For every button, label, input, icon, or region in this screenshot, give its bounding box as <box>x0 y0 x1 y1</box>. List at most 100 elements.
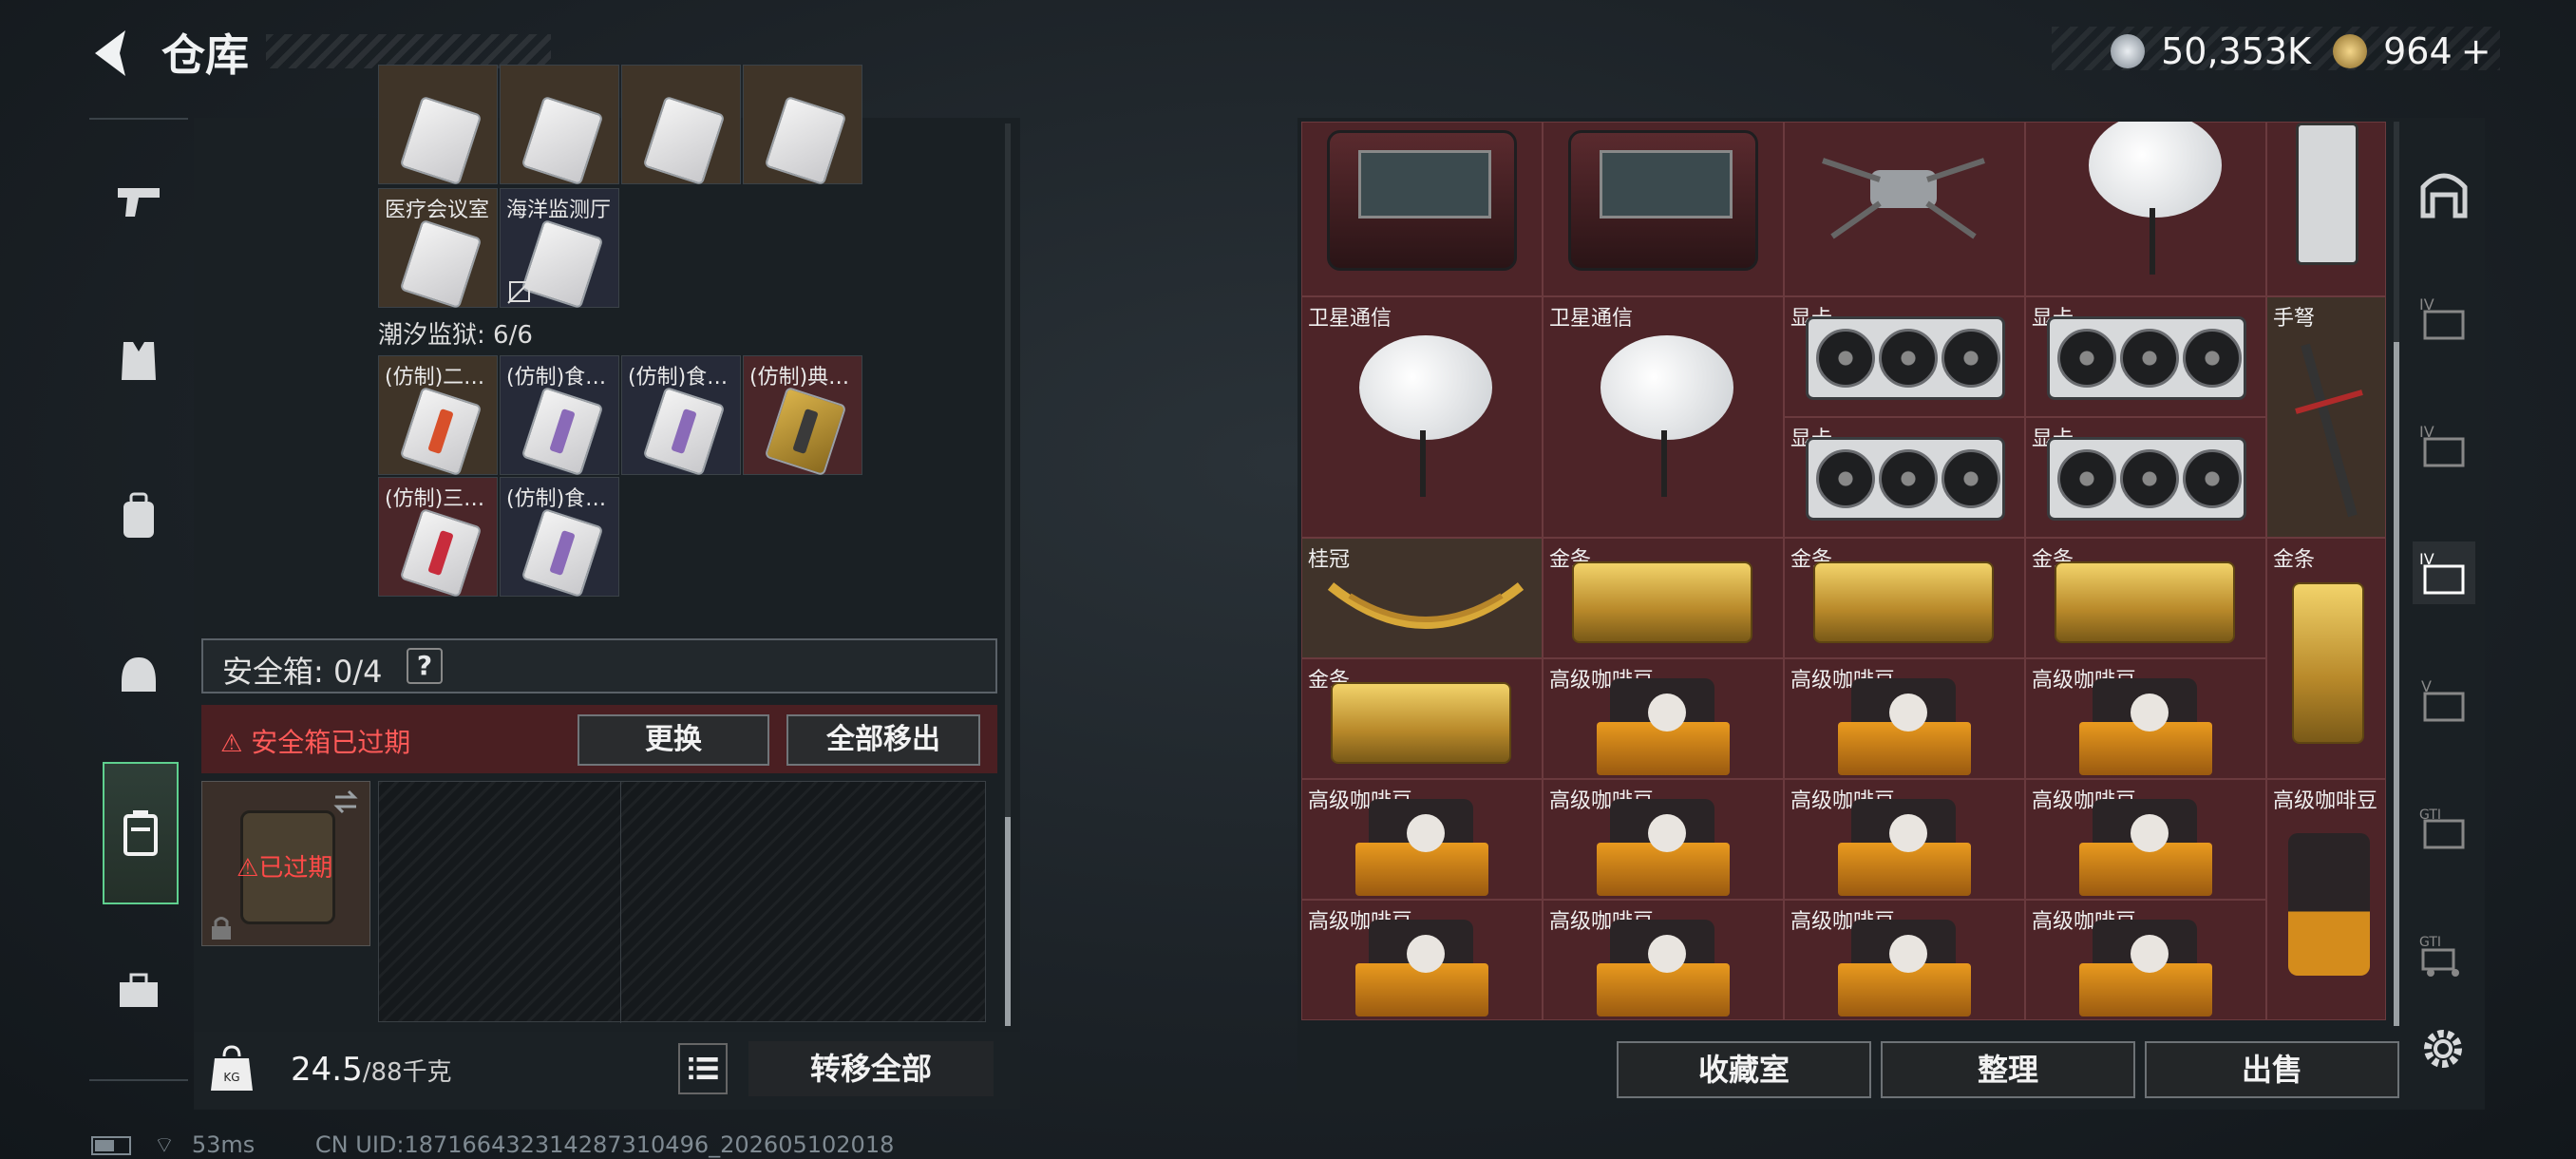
item-drone[interactable] <box>1784 122 2025 296</box>
keycard-icon <box>764 386 847 477</box>
nav-weapon[interactable] <box>99 162 179 241</box>
keycard-label: (仿制)典… <box>749 366 850 390</box>
item-coffee-beans[interactable]: 高级咖啡豆 <box>2266 779 2386 1020</box>
item-coffee-beans[interactable]: 高级咖啡豆 <box>1784 658 2025 779</box>
coffee-bag-image <box>1591 678 1733 777</box>
uid-text: CN UID:18716643231428731049​6_2026051020… <box>314 1131 895 1158</box>
nav-gti-truck[interactable]: GTI <box>2413 923 2475 986</box>
nav-toolbox[interactable] <box>99 952 179 1032</box>
gpu-image <box>2047 437 2246 521</box>
safe-box-grid[interactable] <box>378 781 986 1023</box>
item-satellite-dish[interactable] <box>2025 122 2266 296</box>
add-currency-button[interactable]: + <box>2461 30 2491 72</box>
lock-icon <box>212 917 231 940</box>
nav-tier5[interactable]: V <box>2413 669 2475 732</box>
item-gpu[interactable]: 显卡 <box>2025 417 2266 538</box>
item-coffee-beans[interactable]: 高级咖啡豆 <box>2025 900 2266 1020</box>
back-button[interactable] <box>87 27 137 80</box>
item-coffee-beans[interactable]: 高级咖啡豆 <box>1784 900 2025 1020</box>
item-label: 卫星通信 <box>1549 307 1634 331</box>
keycard-slot[interactable]: (仿制)二… <box>378 355 498 477</box>
coffee-bag-image <box>2288 833 2370 976</box>
keycard-label: (仿制)食… <box>628 366 729 390</box>
keycard-slot[interactable]: (仿制)食… <box>500 477 619 598</box>
item-coffee-beans[interactable]: 高级咖啡豆 <box>1543 779 1784 900</box>
coffee-bag-image <box>2074 678 2216 777</box>
sort-button[interactable]: 整理 <box>1881 1041 2135 1098</box>
keycard-icon <box>399 507 483 598</box>
item-gpu[interactable]: 显卡 <box>1784 417 2025 538</box>
right-scrollbar-thumb[interactable] <box>2394 342 2399 1026</box>
dish-image <box>1591 335 1733 497</box>
item-gpu[interactable]: 显卡 <box>2025 296 2266 417</box>
item-coffee-beans[interactable]: 高级咖啡豆 <box>1301 900 1543 1020</box>
item-coffee-beans[interactable]: 高级咖啡豆 <box>2025 658 2266 779</box>
keycard-slot[interactable]: (仿制)典… <box>743 355 862 477</box>
keycard-slot[interactable]: (仿制)食… <box>500 355 619 477</box>
gpu-image <box>2296 123 2358 265</box>
keycard-slot[interactable]: (仿制)三… <box>378 477 498 598</box>
item-radio-station[interactable] <box>1301 122 1543 296</box>
gti-truck-icon: GTI <box>2419 935 2459 977</box>
item-coffee-beans[interactable]: 高级咖啡豆 <box>1543 900 1784 1020</box>
page-title: 仓库 <box>161 29 249 81</box>
keycard-label: (仿制)食… <box>506 366 607 390</box>
nav-helmet[interactable] <box>99 635 179 714</box>
gold-bar-image <box>1572 561 1752 643</box>
currency-b[interactable]: 964 + <box>2333 30 2491 72</box>
item-crossbow[interactable]: 手弩 <box>2266 296 2386 538</box>
move-all-out-button[interactable]: 全部移出 <box>786 714 980 766</box>
sell-button[interactable]: 出售 <box>2145 1041 2399 1098</box>
item-gold-bar[interactable]: 金条 <box>1301 658 1543 779</box>
back-arrow-icon <box>95 30 125 76</box>
settings-gear-icon[interactable] <box>2418 1024 2468 1074</box>
keycard-medical-meeting[interactable]: 医疗会议室 <box>378 188 498 310</box>
item-gpu[interactable]: 显卡 <box>1784 296 2025 417</box>
left-scrollbar-thumb[interactable] <box>1005 817 1011 1026</box>
collection-room-button[interactable]: 收藏室 <box>1617 1041 1871 1098</box>
keycard-icon <box>521 386 604 477</box>
replace-button[interactable]: 更换 <box>578 714 769 766</box>
nav-backpack[interactable] <box>99 477 179 557</box>
nav-armor[interactable] <box>99 321 179 401</box>
item-gold-bar[interactable]: 金条 <box>1784 538 2025 658</box>
item-coffee-beans[interactable]: 高级咖啡豆 <box>1301 779 1543 900</box>
safe-box-label: 安全箱: 0/4 <box>222 654 383 690</box>
keycard-label: 海洋监测厅 <box>506 199 612 222</box>
safe-box-slot[interactable]: ⚠已过期 <box>201 781 370 946</box>
item-radio-station[interactable] <box>1543 122 1784 296</box>
help-button[interactable]: ? <box>407 648 443 684</box>
left-nav <box>89 118 188 1081</box>
transfer-all-button[interactable]: 转移全部 <box>748 1041 994 1096</box>
item-satellite-comm[interactable]: 卫星通信 <box>1543 296 1784 538</box>
item-coffee-beans[interactable]: 高级咖啡豆 <box>1784 779 2025 900</box>
nav-gti[interactable]: GTI <box>2413 796 2475 859</box>
nav-home[interactable] <box>2413 163 2475 226</box>
item-coffee-beans[interactable]: 高级咖啡豆 <box>2025 779 2266 900</box>
item-coffee-beans[interactable]: 高级咖啡豆 <box>1543 658 1784 779</box>
weight-capacity: /88千克 <box>362 1058 452 1087</box>
keycard-slot[interactable] <box>743 65 862 186</box>
nav-tier4-b[interactable]: IV <box>2413 414 2475 477</box>
drone-image <box>1822 158 1985 239</box>
item-laurel[interactable]: 桂冠 <box>1301 538 1543 658</box>
keycard-ocean-monitor[interactable]: 海洋监测厅 <box>500 188 619 310</box>
keycard-icon <box>764 95 847 186</box>
list-view-button[interactable] <box>678 1043 728 1094</box>
item-gold-bar[interactable]: 金条 <box>2266 538 2386 779</box>
keycard-slot[interactable] <box>621 65 741 186</box>
keycard-slot[interactable]: (仿制)食… <box>621 355 741 477</box>
item-gpu[interactable] <box>2266 122 2386 296</box>
item-satellite-comm[interactable]: 卫星通信 <box>1301 296 1543 538</box>
keycard-slot[interactable] <box>378 65 498 186</box>
armor-vest-icon <box>122 342 156 380</box>
item-gold-bar[interactable]: 金条 <box>2025 538 2266 658</box>
dish-image <box>2079 122 2222 275</box>
keycard-slot[interactable] <box>500 65 619 186</box>
nav-safe-box[interactable] <box>103 762 179 904</box>
nav-tier4-active[interactable]: IV <box>2413 542 2475 604</box>
item-gold-bar[interactable]: 金条 <box>1543 538 1784 658</box>
nav-tier4-a[interactable]: IV <box>2413 287 2475 350</box>
premium-coin-icon <box>2333 34 2367 68</box>
gold-bar-image <box>1813 561 1994 643</box>
